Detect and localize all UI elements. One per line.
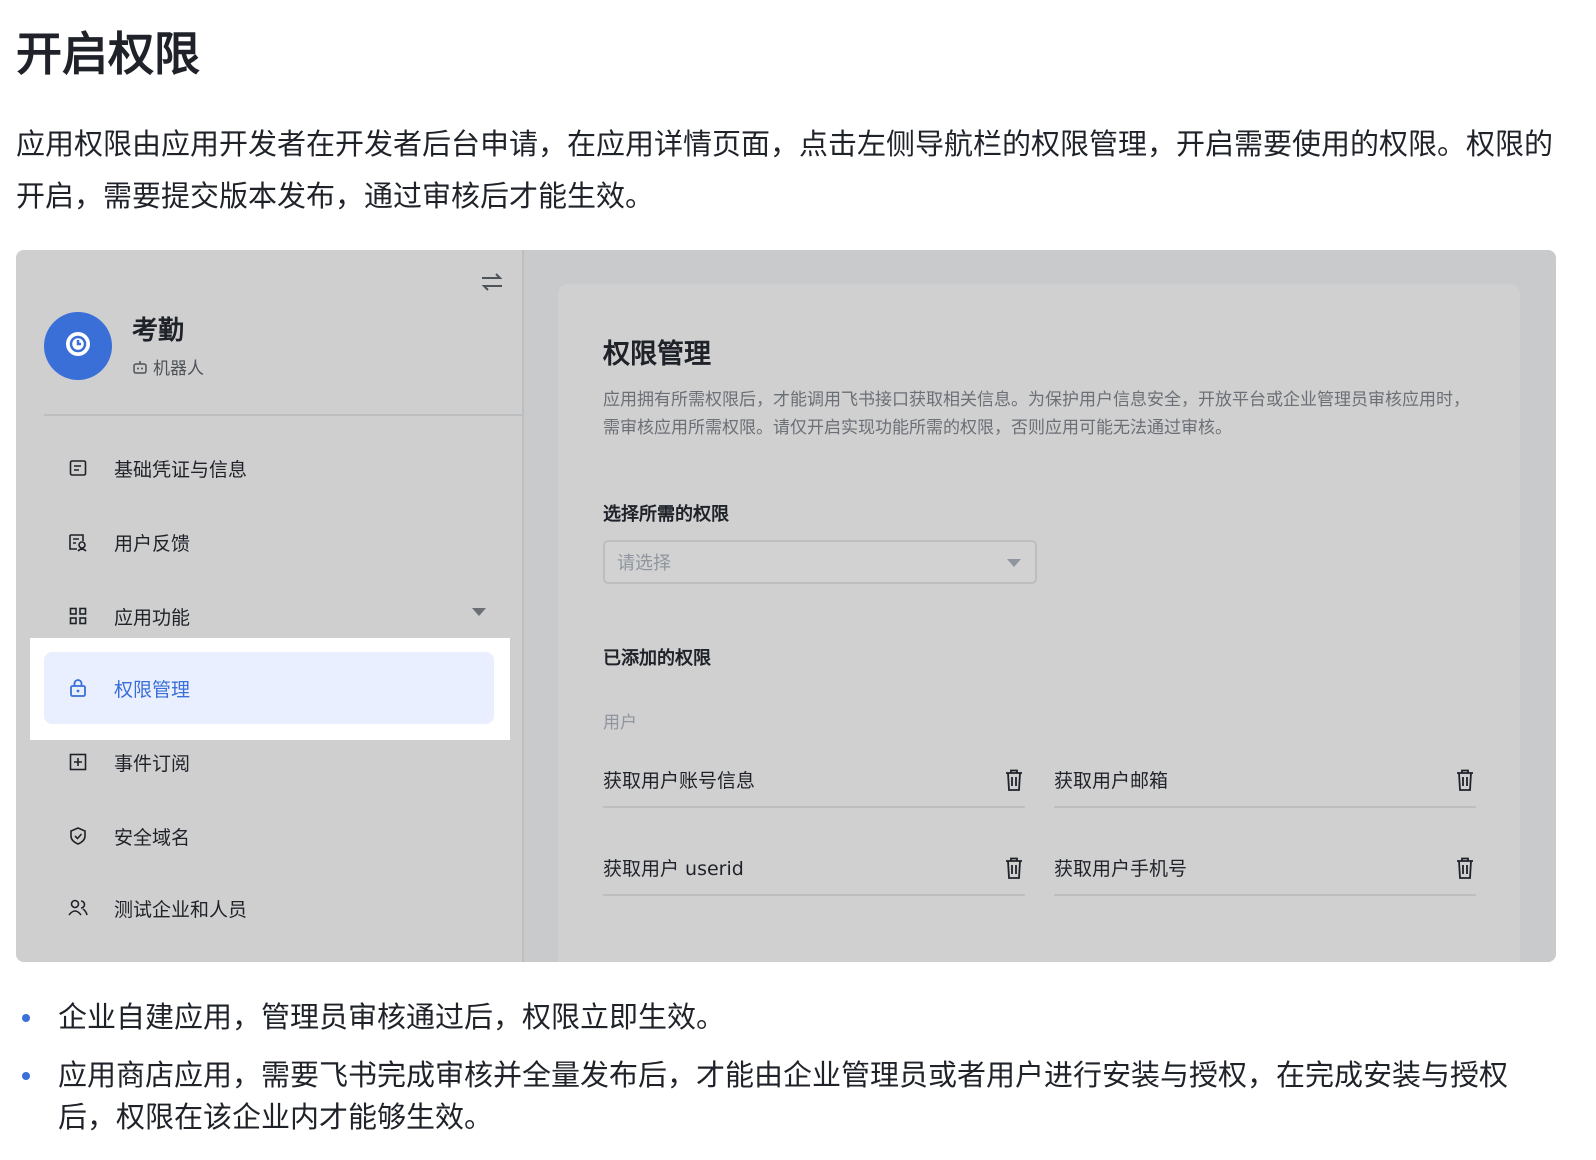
sidebar-item-credentials[interactable]: 基础凭证与信息 — [44, 432, 494, 504]
trash-icon[interactable] — [1003, 768, 1025, 792]
sidebar-item-test-users[interactable]: 测试企业和人员 — [44, 872, 494, 944]
sidebar-item-label: 基础凭证与信息 — [114, 458, 248, 481]
app-avatar — [44, 312, 112, 380]
chevron-down-icon — [1007, 559, 1021, 567]
app-type: 机器人 — [132, 354, 204, 379]
swap-icon[interactable] — [478, 268, 506, 296]
sidebar-item-label: 权限管理 — [114, 678, 191, 701]
page-title: 权限管理 — [603, 339, 711, 370]
trash-icon[interactable] — [1454, 768, 1476, 792]
bullet-dot — [22, 1072, 30, 1080]
page-description: 应用拥有所需权限后，才能调用飞书接口获取相关信息。为保护用户信息安全，开放平台或… — [603, 390, 1470, 438]
id-card-icon — [69, 460, 87, 476]
sidebar-item-feedback[interactable]: 用户反馈 — [44, 506, 494, 578]
screenshot-panel: 考勤 机器人 基础凭证与信息 用户反馈 应用功能 权限管理 事件订阅 安全域名 … — [16, 250, 1556, 962]
permission-item: 获取用户账号信息 — [603, 752, 1025, 808]
sidebar-item-label: 应用功能 — [114, 606, 191, 629]
sidebar-item-label: 安全域名 — [114, 826, 191, 849]
bullet-text: 企业自建应用，管理员审核通过后，权限立即生效。 — [58, 1000, 726, 1034]
trash-icon[interactable] — [1454, 856, 1476, 880]
app-name: 考勤 — [132, 316, 185, 346]
grid-icon — [69, 607, 87, 625]
robot-icon — [133, 360, 147, 374]
doc-bullets: 企业自建应用，管理员审核通过后，权限立即生效。 应用商店应用，需要飞书完成审核并… — [16, 996, 1556, 1154]
bullet-item: 企业自建应用，管理员审核通过后，权限立即生效。 — [16, 996, 1556, 1038]
bullet-dot — [22, 1014, 30, 1022]
added-label: 已添加的权限 — [603, 648, 711, 669]
doc-intro: 应用权限由应用开发者在开发者后台申请，在应用详情页面，点击左侧导航栏的权限管理，… — [16, 127, 1554, 213]
add-box-icon — [69, 753, 87, 771]
sidebar-item-security[interactable]: 安全域名 — [44, 800, 494, 872]
chevron-down-icon[interactable] — [472, 608, 486, 616]
doc-title: 开启权限 — [16, 27, 200, 81]
app-type-label: 机器人 — [153, 359, 204, 379]
sidebar-item-events[interactable]: 事件订阅 — [44, 726, 494, 798]
users-icon — [68, 899, 88, 916]
group-label: 用户 — [603, 713, 637, 733]
sidebar-item-label: 测试企业和人员 — [114, 898, 248, 921]
trash-icon[interactable] — [1003, 856, 1025, 880]
permission-label: 获取用户 userid — [603, 857, 744, 880]
permission-label: 获取用户邮箱 — [1054, 769, 1169, 792]
sidebar-divider — [44, 414, 522, 416]
sidebar-item-permissions[interactable]: 权限管理 — [44, 652, 494, 724]
permission-item: 获取用户 userid — [603, 840, 1025, 896]
permission-item: 获取用户手机号 — [1054, 840, 1476, 896]
bullet-item: 应用商店应用，需要飞书完成审核并全量发布后，才能由企业管理员或者用户进行安装与授… — [16, 1054, 1556, 1138]
clock-pin-icon — [66, 332, 90, 356]
feedback-icon — [69, 534, 87, 552]
select-label: 选择所需的权限 — [603, 504, 729, 525]
sidebar: 考勤 机器人 基础凭证与信息 用户反馈 应用功能 权限管理 事件订阅 安全域名 … — [16, 250, 524, 962]
sidebar-item-label: 事件订阅 — [114, 752, 191, 775]
permission-select[interactable]: 请选择 — [603, 540, 1037, 584]
select-placeholder: 请选择 — [617, 553, 671, 574]
sidebar-item-label: 用户反馈 — [114, 532, 191, 555]
bullet-text: 应用商店应用，需要飞书完成审核并全量发布后，才能由企业管理员或者用户进行安装与授… — [58, 1058, 1509, 1134]
permission-card: 权限管理 应用拥有所需权限后，才能调用飞书接口获取相关信息。为保护用户信息安全，… — [558, 284, 1520, 962]
shield-icon — [70, 827, 86, 845]
permission-label: 获取用户账号信息 — [603, 769, 756, 792]
permission-item: 获取用户邮箱 — [1054, 752, 1476, 808]
permission-label: 获取用户手机号 — [1054, 857, 1188, 880]
lock-icon — [70, 679, 86, 697]
